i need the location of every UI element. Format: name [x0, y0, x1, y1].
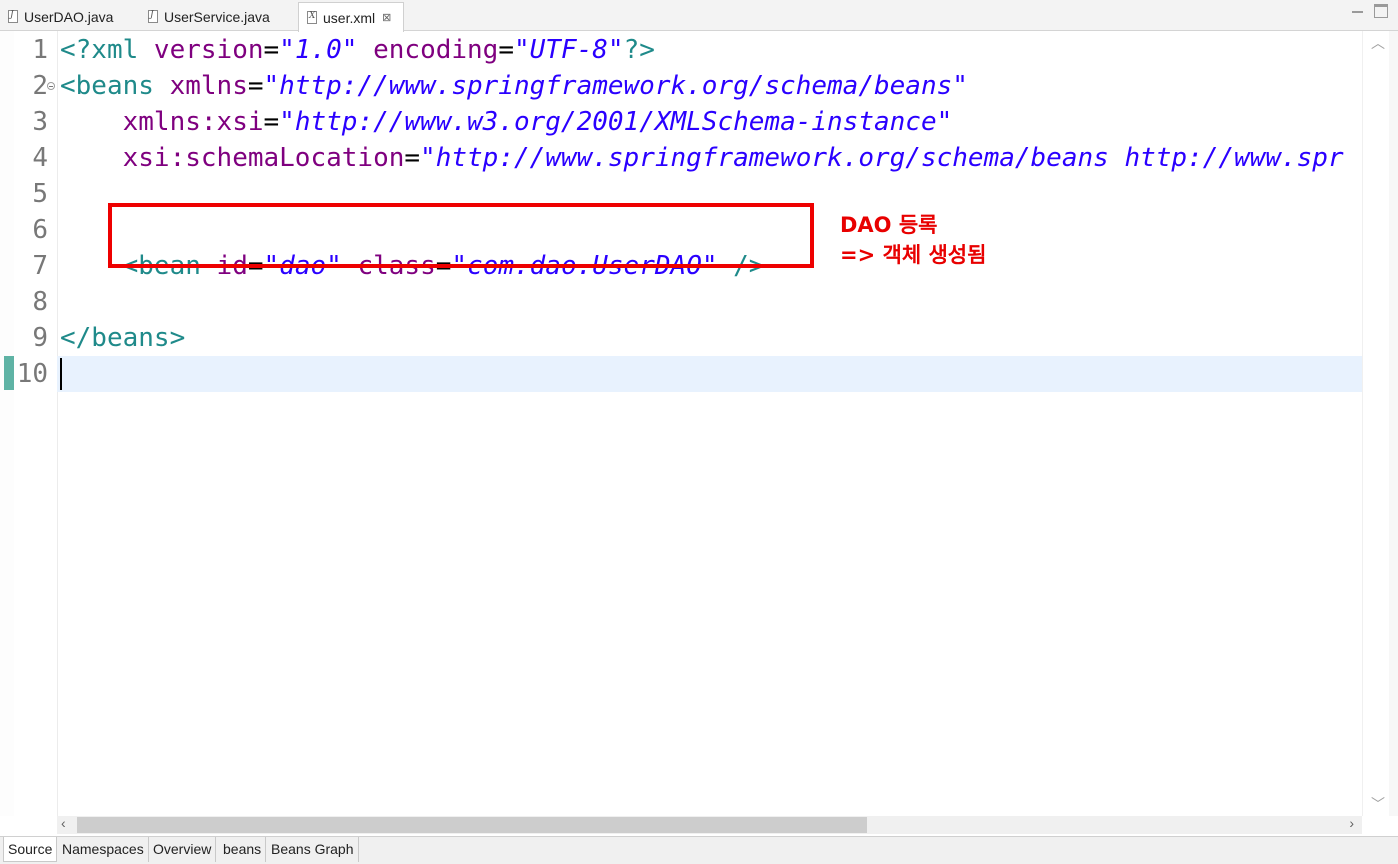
code-line: </beans>	[60, 323, 186, 353]
minimize-icon[interactable]	[1351, 4, 1365, 18]
editor-tab-bar: J UserDAO.java J UserService.java X user…	[0, 0, 1398, 32]
line-number: 9	[32, 323, 48, 353]
tab-userdao-java[interactable]: J UserDAO.java	[0, 3, 113, 30]
line-number: 3	[32, 107, 48, 137]
line-number: 5	[32, 179, 48, 209]
maximize-icon[interactable]	[1374, 4, 1388, 18]
scroll-right-icon[interactable]: ›	[1349, 815, 1354, 831]
annotation-note: DAO 등록 => 객체 생성됨	[840, 210, 986, 270]
annotation-highlight-box	[108, 203, 814, 268]
horizontal-scrollbar[interactable]: ‹ ›	[57, 815, 1362, 834]
tab-overview[interactable]: Overview	[149, 837, 217, 862]
tab-beans[interactable]: beans	[219, 837, 267, 862]
code-area[interactable]: <?xml version="1.0" encoding="UTF-8"?> <…	[57, 31, 1362, 816]
xml-source-editor[interactable]: 1 2 3 4 5 6 7 8 9 10 <?xml version="1.0"…	[0, 31, 1398, 816]
code-line: xsi:schemaLocation="http://www.springfra…	[122, 143, 1344, 173]
line-number: 10	[16, 359, 48, 389]
code-line: xmlns:xsi="http://www.w3.org/2001/XMLSch…	[122, 107, 953, 137]
code-line: <?xml version="1.0" encoding="UTF-8"?>	[60, 35, 655, 65]
line-number: 1	[32, 35, 48, 65]
tab-namespaces[interactable]: Namespaces	[58, 837, 149, 862]
fold-collapse-icon[interactable]	[47, 82, 55, 90]
line-number: 7	[32, 251, 48, 281]
java-file-icon: J	[148, 10, 158, 23]
horizontal-scroll-thumb[interactable]	[77, 817, 867, 833]
xml-file-icon: X	[307, 11, 317, 24]
current-line-highlight	[57, 356, 1362, 392]
tab-label: user.xml	[323, 9, 376, 26]
text-caret	[60, 358, 62, 390]
line-number: 2	[32, 71, 48, 101]
scroll-up-icon[interactable]: ︿	[1371, 33, 1385, 53]
tab-beans-graph[interactable]: Beans Graph	[267, 837, 359, 862]
scroll-left-icon[interactable]: ‹	[61, 815, 66, 831]
line-number: 4	[32, 143, 48, 173]
line-number: 8	[32, 287, 48, 317]
scroll-down-icon[interactable]: ﹀	[1371, 794, 1385, 814]
vertical-scrollbar[interactable]: ︿ ﹀	[1362, 31, 1398, 816]
close-icon[interactable]: ⊠	[382, 11, 391, 24]
annotation-line-2: => 객체 생성됨	[840, 243, 987, 267]
annotation-line-1: DAO 등록	[840, 213, 938, 237]
editor-page-tabs: Source Namespaces Overview beans Beans G…	[0, 836, 1398, 864]
overview-ruler-right	[1389, 31, 1398, 816]
line-number: 6	[32, 215, 48, 245]
tab-label: UserService.java	[164, 8, 270, 25]
java-file-icon: J	[8, 10, 18, 23]
tab-user-xml[interactable]: X user.xml ⊠	[298, 2, 404, 32]
tab-label: UserDAO.java	[24, 8, 114, 25]
overview-ruler-left	[0, 31, 14, 816]
code-line: <beans xmlns="http://www.springframework…	[60, 71, 968, 101]
tab-source[interactable]: Source	[3, 837, 58, 862]
tab-userservice-java[interactable]: J UserService.java	[140, 3, 270, 30]
